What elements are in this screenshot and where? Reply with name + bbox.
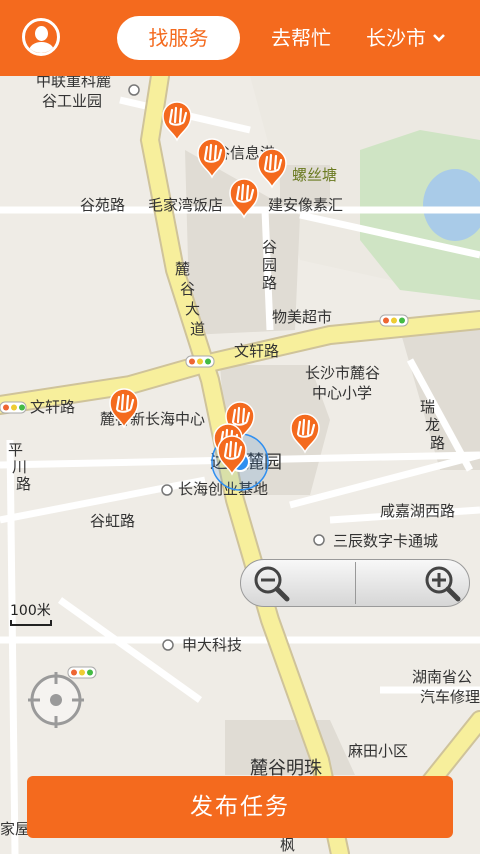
map-label: 川 xyxy=(12,458,27,476)
map-view[interactable]: 中联重科麓 谷工业园 麓谷信息港 螺丝塘 谷苑路 毛家湾饭店 建安像素汇 谷 园… xyxy=(0,76,480,854)
map-label: 申大科技 xyxy=(182,636,242,654)
map-label: 路 xyxy=(262,274,277,292)
map-label: 谷 xyxy=(180,280,195,298)
zoom-in-button[interactable] xyxy=(356,560,470,606)
map-label: 麓 xyxy=(175,260,190,278)
crosshair-icon xyxy=(28,672,84,728)
map-label: 瑞 xyxy=(420,398,435,416)
map-label: 三辰数字卡通城 xyxy=(333,532,438,550)
map-label: 道 xyxy=(190,320,205,338)
city-selector[interactable]: 长沙市 xyxy=(366,16,446,60)
zoom-control xyxy=(240,559,470,607)
zoom-in-icon xyxy=(425,566,460,602)
city-label: 长沙市 xyxy=(366,26,426,50)
tab-find-service[interactable]: 找服务 xyxy=(117,16,240,60)
map-label: 家屋 xyxy=(0,820,30,838)
map-label: 螺丝塘 xyxy=(292,166,337,184)
map-label: 谷工业园 xyxy=(42,92,102,110)
map-label: 路 xyxy=(430,434,445,452)
map-label: 园 xyxy=(262,256,277,274)
scale-label: 100米 xyxy=(10,603,51,619)
locate-me-button[interactable] xyxy=(28,672,84,728)
map-label: 文轩路 xyxy=(30,398,75,416)
zoom-out-icon xyxy=(254,566,290,602)
map-label: 咸嘉湖西路 xyxy=(380,502,455,520)
zoom-out-button[interactable] xyxy=(241,560,355,606)
map-label: 谷苑路 xyxy=(80,196,125,214)
map-label: 毛家湾饭店 xyxy=(148,196,223,214)
map-label: 谷 xyxy=(262,238,277,256)
map-label: 文轩路 xyxy=(234,342,279,360)
map-scale: 100米 xyxy=(10,600,52,626)
map-label: 中心小学 xyxy=(312,384,372,402)
map-label: 路 xyxy=(16,475,31,493)
map-label: 麻田小区 xyxy=(348,742,408,760)
map-label: 平 xyxy=(8,441,23,459)
map-label: 龙 xyxy=(425,416,440,434)
publish-task-button[interactable]: 发布任务 xyxy=(27,776,453,838)
map-label: 枫 xyxy=(280,836,295,854)
user-avatar-icon[interactable] xyxy=(22,18,60,56)
tab-go-help[interactable]: 去帮忙 xyxy=(258,16,344,60)
map-label: 汽车修理 xyxy=(420,688,480,706)
chevron-down-icon xyxy=(433,34,445,42)
top-bar: 找服务 去帮忙 长沙市 xyxy=(0,0,480,76)
map-label: 中联重科麓 xyxy=(36,76,111,90)
map-label: 大 xyxy=(185,300,200,318)
map-label: 建安像素汇 xyxy=(268,196,343,214)
map-label: 湖南省公 xyxy=(412,668,472,686)
map-label: 物美超市 xyxy=(272,308,332,326)
map-label: 长沙市麓谷 xyxy=(305,364,380,382)
map-label: 谷虹路 xyxy=(90,512,135,530)
